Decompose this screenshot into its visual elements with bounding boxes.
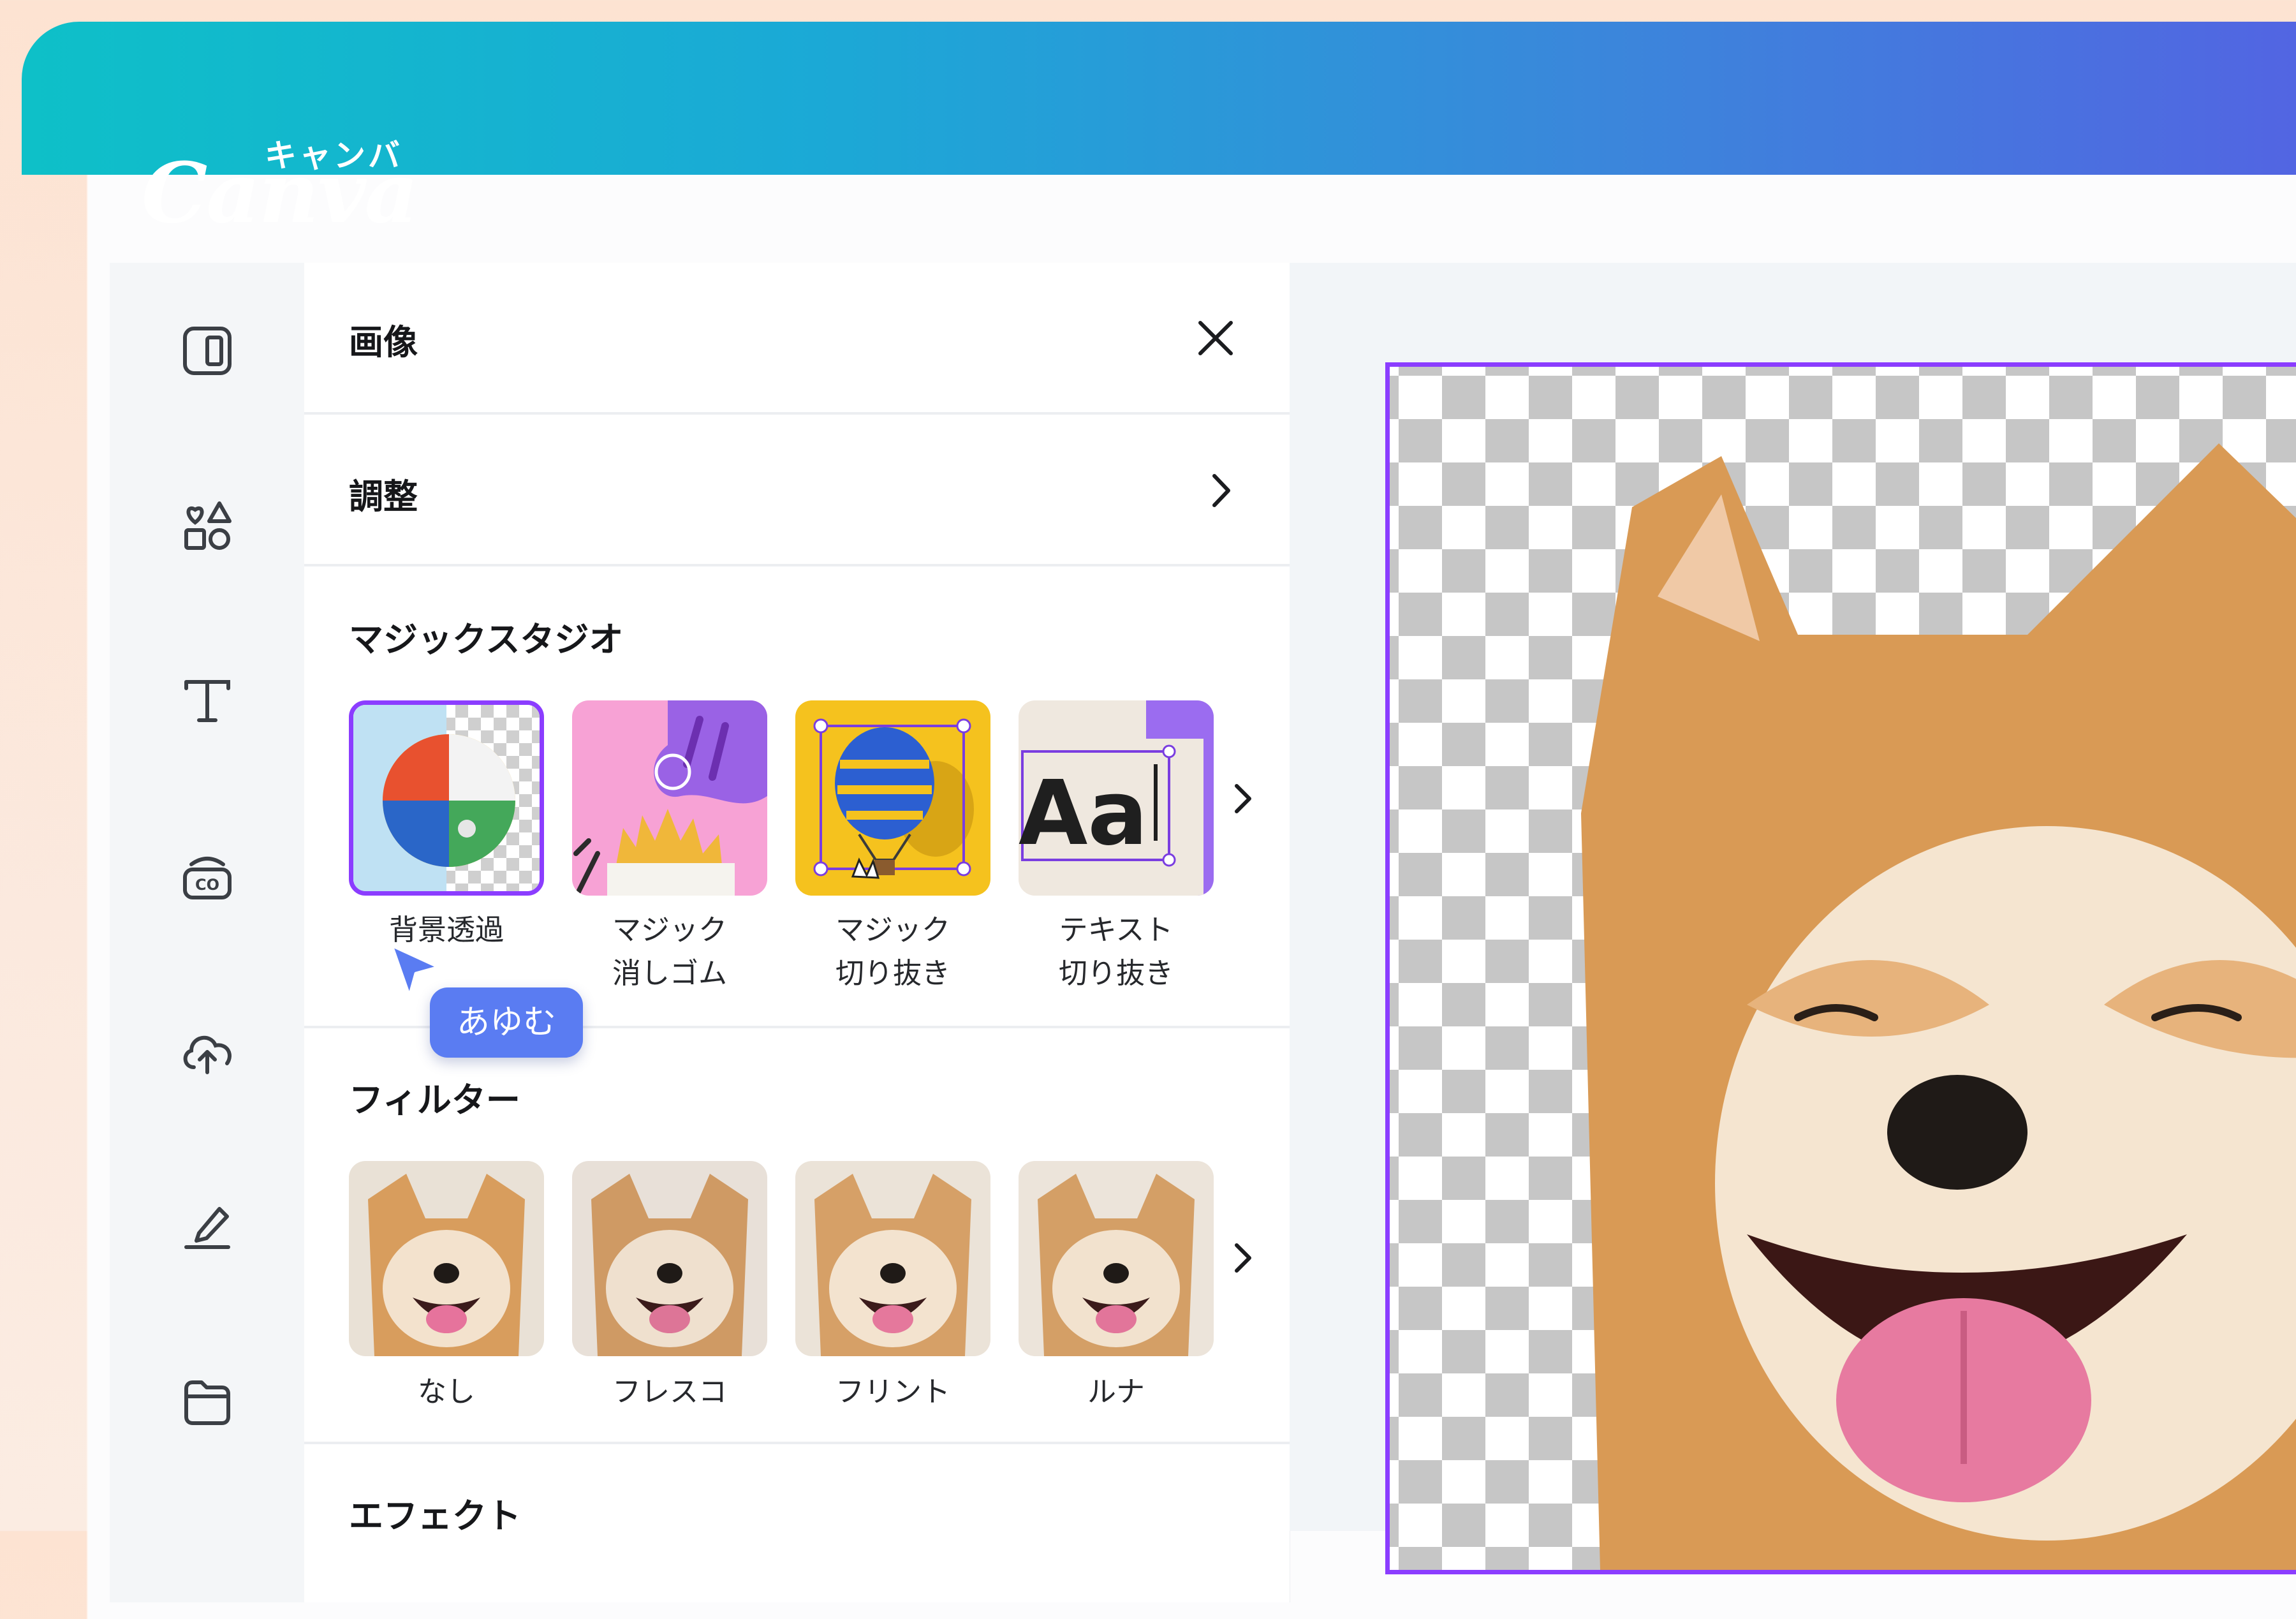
chevron-right-icon[interactable] (1228, 1232, 1260, 1283)
collaborator-name-tag: あゆむ (430, 987, 584, 1058)
adjust-row-label[interactable]: 調整 (349, 468, 418, 519)
magic-studio-title: マジックスタジオ (349, 619, 624, 660)
close-icon[interactable] (1193, 315, 1239, 361)
upload-icon[interactable] (175, 1019, 239, 1083)
tile-label: テキスト 切り抜き (1058, 913, 1174, 990)
filters-title: フィルター (349, 1080, 520, 1120)
bg-remover-tile[interactable] (349, 700, 544, 896)
side-rail: CO (110, 263, 305, 1602)
image-edit-panel: 画像 調整 マジックスタジオ Aa 背景透過 マジック 消しゴム マジック 切り… (304, 263, 1290, 1602)
chevron-right-icon[interactable] (1205, 468, 1237, 513)
chevron-right-icon[interactable] (1228, 773, 1260, 824)
divider (304, 412, 1290, 415)
tile-label: マジック 切り抜き (835, 913, 950, 990)
text-grab-tile[interactable]: Aa (1019, 700, 1214, 896)
magic-eraser-tile[interactable] (572, 700, 767, 896)
logo-kana: キャンバ (265, 137, 402, 174)
filter-label: ルナ (1087, 1375, 1145, 1408)
filter-tile-luna[interactable] (1019, 1161, 1214, 1356)
divider (304, 1442, 1290, 1444)
elements-icon[interactable] (175, 494, 239, 558)
brand-icon[interactable]: CO (175, 845, 239, 908)
layout-icon[interactable] (175, 319, 239, 383)
folder-icon[interactable] (175, 1370, 239, 1434)
text-tile-glyph: Aa (1019, 762, 1148, 866)
draw-icon[interactable] (175, 1194, 239, 1258)
panel-title: 画像 (349, 322, 418, 362)
filter-tile-flint[interactable] (795, 1161, 990, 1356)
divider (304, 564, 1290, 566)
text-icon[interactable] (175, 669, 239, 732)
shiba-dog-image (1581, 443, 2296, 1570)
filter-label: なし (417, 1375, 475, 1408)
filter-tile-fresco[interactable] (572, 1161, 767, 1356)
effects-title: エフェクト (349, 1496, 521, 1536)
magic-grab-tile[interactable] (795, 700, 990, 896)
svg-text:CO: CO (195, 876, 219, 894)
tile-label: マジック 消しゴム (612, 913, 727, 990)
filter-tile-none[interactable] (349, 1161, 544, 1356)
filter-label: フレスコ (612, 1375, 727, 1408)
selected-image[interactable] (1385, 362, 2296, 1574)
filter-label: フリント (835, 1375, 950, 1408)
